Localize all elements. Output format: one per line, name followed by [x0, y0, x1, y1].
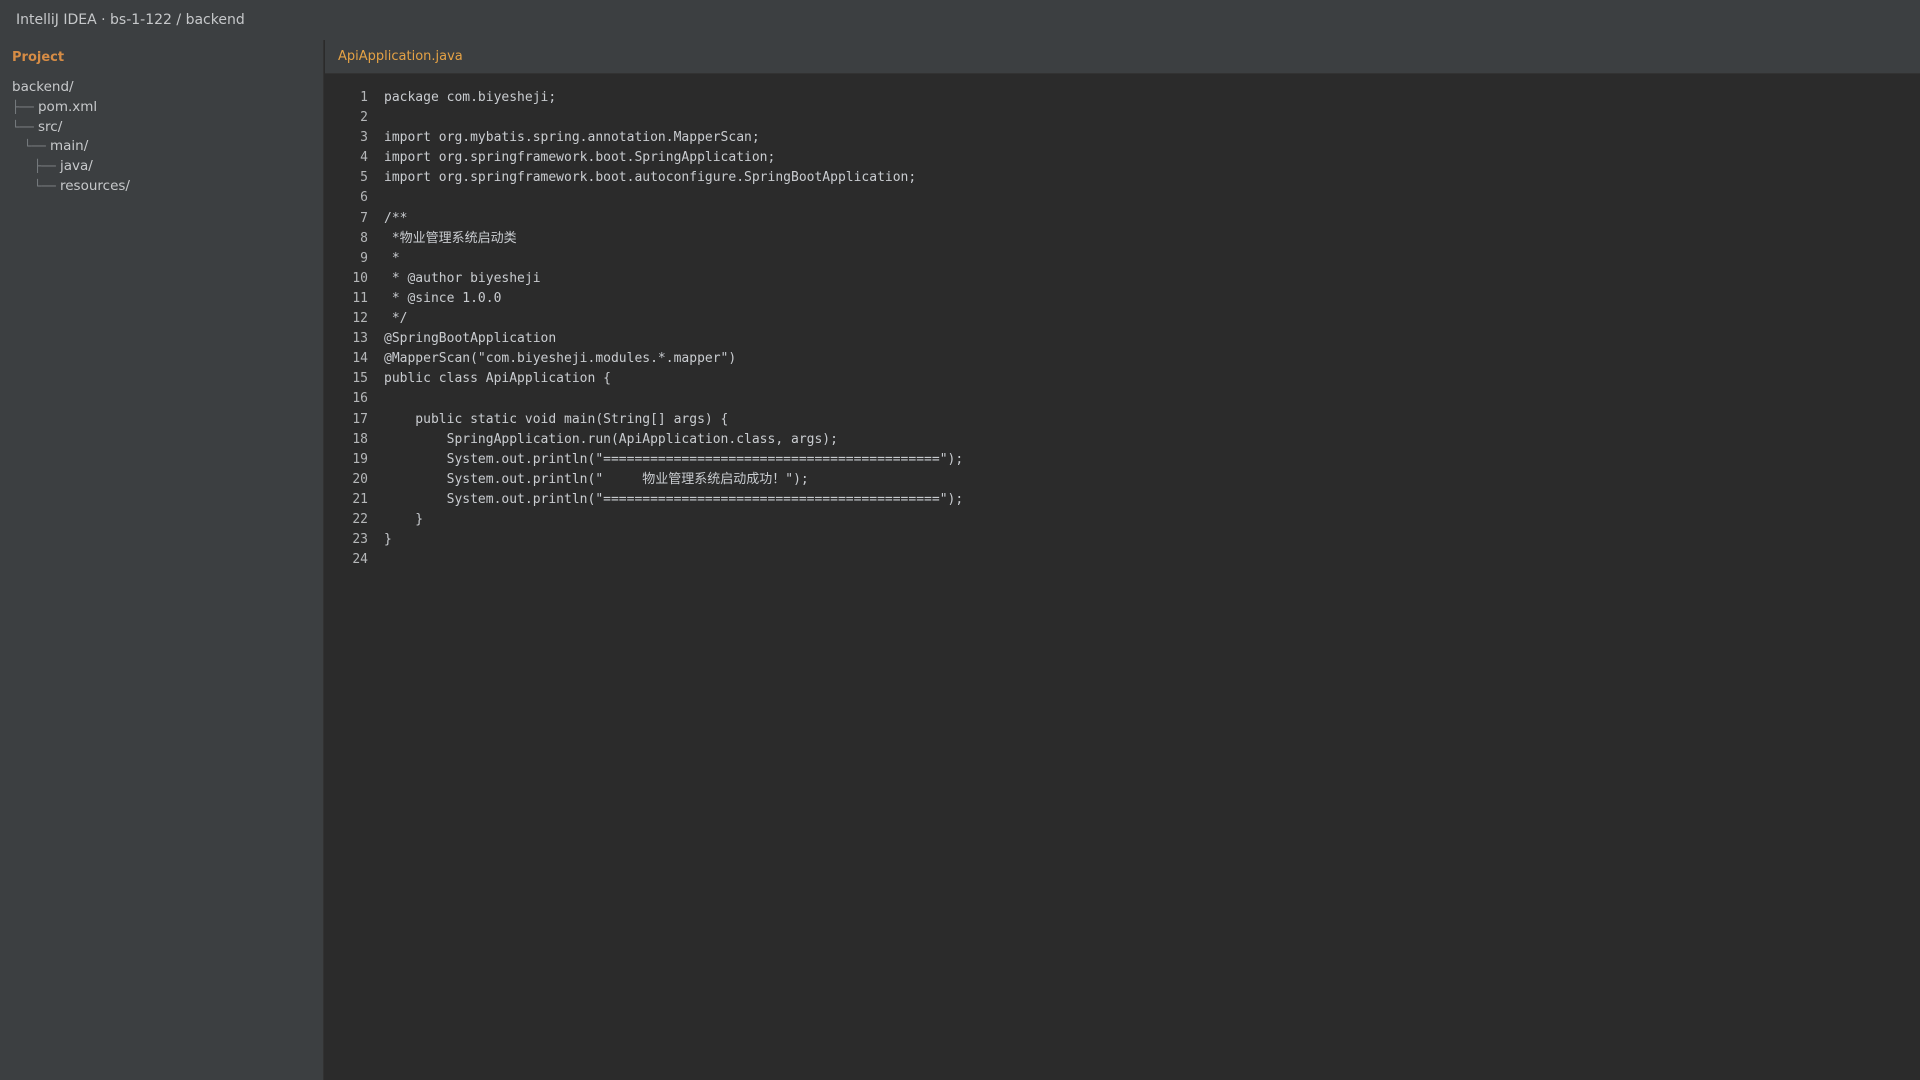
code-line[interactable]: 10 * @author biyesheji — [325, 269, 963, 289]
code-line[interactable]: 22 } — [325, 510, 963, 530]
line-number: 21 — [352, 491, 368, 507]
tree-guide: ├── — [12, 99, 34, 114]
line-number: 7 — [360, 210, 368, 226]
code-line[interactable]: 19 System.out.println("=================… — [325, 450, 963, 470]
code-text: public class ApiApplication { — [384, 371, 611, 387]
code-text: * @since 1.0.0 — [384, 290, 502, 306]
code-line[interactable]: 3 import org.mybatis.spring.annotation.Ma… — [325, 128, 963, 148]
code-line[interactable]: 24 — [325, 550, 963, 570]
code-line[interactable]: 14 @MapperScan("com.biyesheji.modules.*.m… — [325, 349, 963, 369]
code-text: System.out.println(" 物业管理系统启动成功！"); — [384, 471, 809, 487]
code-text: import org.springframework.boot.SpringAp… — [384, 150, 776, 166]
code-text: SpringApplication.run(ApiApplication.cla… — [384, 431, 838, 447]
code-line[interactable]: 8 *物业管理系统启动类 — [325, 229, 963, 249]
line-number: 24 — [352, 552, 368, 568]
code-text: @MapperScan("com.biyesheji.modules.*.map… — [384, 351, 737, 367]
code-text: @SpringBootApplication — [384, 331, 557, 347]
code-text: import org.mybatis.spring.annotation.Map… — [384, 130, 760, 146]
code-text: System.out.println("====================… — [384, 491, 964, 507]
code-text: package com.biyesheji; — [384, 90, 557, 105]
line-number: 10 — [352, 270, 368, 286]
code-line[interactable]: 20 System.out.println(" 物业管理系统启动成功！"); — [325, 470, 963, 490]
code-line[interactable]: 21 System.out.println("=================… — [325, 490, 963, 510]
code-text: /** — [384, 210, 408, 226]
tree-item-label: backend/ — [12, 79, 74, 95]
line-number: 22 — [352, 511, 368, 527]
line-number: 17 — [352, 411, 368, 427]
tree-item-src[interactable]: └── src/ — [0, 118, 130, 138]
code-line[interactable]: 11 * @since 1.0.0 — [325, 289, 963, 309]
line-number: 15 — [352, 371, 368, 387]
code-line[interactable]: 16 — [325, 389, 963, 409]
code-text: public static void main(String[] args) { — [384, 411, 729, 427]
tree-item-java[interactable]: ├── java/ — [0, 157, 130, 177]
code-line[interactable]: 18 SpringApplication.run(ApiApplication.… — [325, 430, 963, 450]
ide-window: IntelliJ IDEA · bs-1-122 / backend Proje… — [0, 0, 1920, 1080]
line-number: 5 — [360, 170, 368, 186]
code-area[interactable]: 1 package com.biyesheji; 2 3 import org.myba… — [325, 88, 963, 570]
code-line[interactable]: 2 — [325, 108, 963, 128]
line-number: 16 — [352, 391, 368, 407]
code-line[interactable]: 1 package com.biyesheji; — [325, 88, 963, 108]
tree-guide: ├── — [34, 159, 56, 174]
code-line[interactable]: 23} — [325, 530, 963, 550]
tree-item-backend[interactable]: backend/ — [0, 78, 130, 98]
line-number: 19 — [352, 451, 368, 467]
code-line[interactable]: 9 * — [325, 249, 963, 269]
tree-item-label: pom.xml — [37, 98, 98, 115]
code-text: System.out.println("====================… — [384, 451, 964, 467]
project-panel-title[interactable]: Project — [12, 50, 64, 65]
tree-item-label: src/ — [37, 118, 63, 135]
line-number: 4 — [360, 150, 368, 166]
line-number: 13 — [352, 331, 368, 347]
code-line[interactable]: 7 /** — [325, 209, 963, 229]
code-text: import org.springframework.boot.autoconf… — [384, 170, 917, 186]
code-line[interactable]: 6 — [325, 188, 963, 208]
line-number: 11 — [352, 290, 368, 306]
code-line[interactable]: 17 public static void main(String[] args… — [325, 410, 963, 430]
line-number: 18 — [352, 431, 368, 447]
line-number: 8 — [360, 230, 368, 246]
code-editor[interactable]: ApiApplication.java 1 package com.biyeshe… — [325, 40, 1920, 1080]
window-title: IntelliJ IDEA · bs-1-122 / backend — [0, 0, 1920, 40]
tree-guide: └── — [12, 119, 34, 134]
tree-item-label: resources/ — [59, 177, 130, 194]
line-number: 2 — [360, 110, 368, 126]
line-number: 12 — [352, 311, 368, 327]
code-line[interactable]: 5 import org.springframework.boot.autocon… — [325, 168, 963, 188]
tree-item-main[interactable]: └── main/ — [0, 137, 130, 157]
code-text: *物业管理系统启动类 — [384, 230, 517, 246]
code-line[interactable]: 12 */ — [325, 309, 963, 329]
line-number: 1 — [360, 90, 368, 105]
line-number: 9 — [360, 250, 368, 266]
tree-item-resources[interactable]: └── resources/ — [0, 177, 130, 197]
tree-guide: └── — [24, 139, 46, 154]
code-text: } — [384, 532, 392, 548]
line-number: 6 — [360, 190, 368, 206]
tree-item-pom-xml[interactable]: ├── pom.xml — [0, 98, 130, 118]
line-number: 14 — [352, 351, 368, 367]
line-number: 3 — [360, 130, 368, 146]
line-number: 23 — [352, 532, 368, 548]
tree-guide: └── — [34, 178, 56, 193]
line-number: 20 — [352, 471, 368, 487]
code-text: } — [384, 511, 424, 527]
tree-item-label: main/ — [49, 138, 89, 155]
project-tree: backend/ ├── pom.xml └── src/ └── main/ … — [0, 78, 130, 197]
code-text: * @author biyesheji — [384, 270, 541, 286]
editor-tab-bar: ApiApplication.java — [325, 40, 1920, 74]
code-line[interactable]: 13 @SpringBootApplication — [325, 329, 963, 349]
tree-item-label: java/ — [59, 158, 93, 175]
code-text: * — [384, 250, 400, 266]
code-text: */ — [384, 311, 408, 327]
code-line[interactable]: 4 import org.springframework.boot.SpringA… — [325, 148, 963, 168]
code-line[interactable]: 15 public class ApiApplication { — [325, 369, 963, 389]
project-panel: Project backend/ ├── pom.xml └── src/ └─… — [0, 40, 324, 1080]
tab-api-application-java[interactable]: ApiApplication.java — [338, 40, 463, 74]
